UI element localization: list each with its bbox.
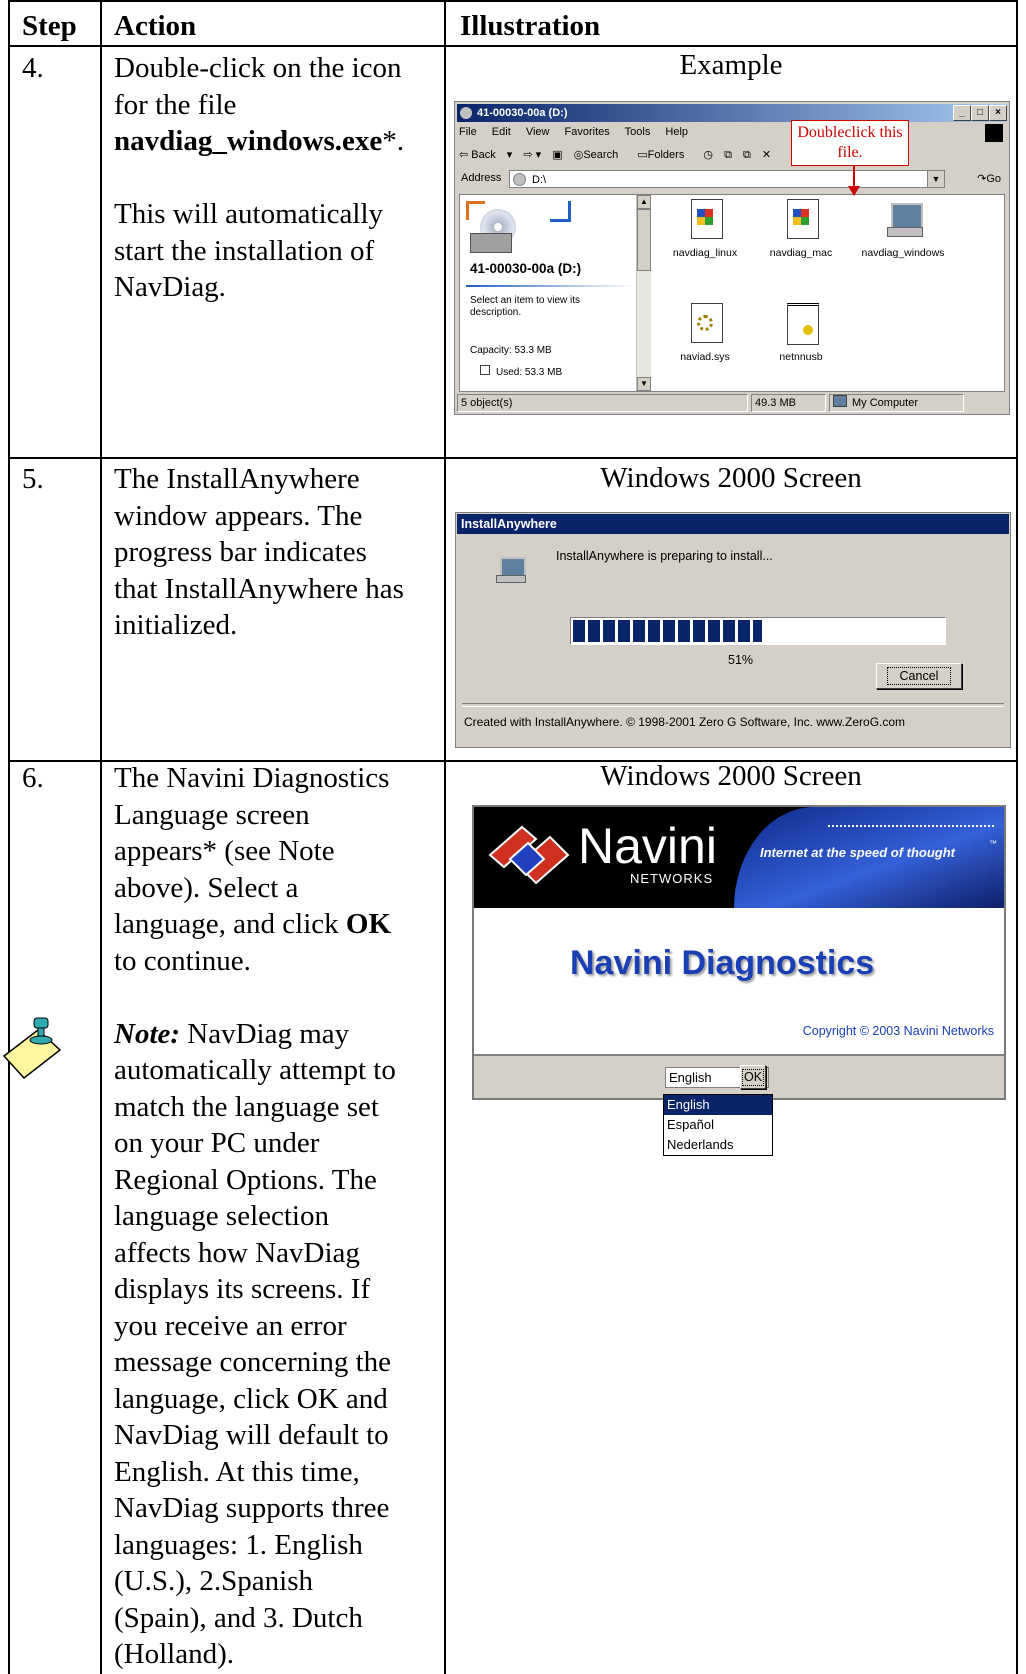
action-text: Double-click on the icon for the file na…: [114, 52, 405, 303]
menu-view[interactable]: View: [526, 126, 550, 138]
capacity-text: Capacity: 53.3 MB: [470, 345, 552, 356]
progress-fill: [573, 620, 762, 642]
navini-logo-subtext: NETWORKS: [630, 871, 714, 886]
tagline-trademark: ™: [989, 839, 997, 848]
select-hint: Select an item to view its description.: [470, 295, 581, 318]
corner-bracket-icon: [550, 201, 571, 222]
navini-product-title: Navini Diagnostics: [570, 944, 875, 982]
navini-header: Navini NETWORKS Internet at the speed of…: [474, 807, 1004, 908]
address-label: Address: [461, 172, 502, 184]
move-to-icon[interactable]: ⧉: [724, 149, 732, 161]
drive-icon: [460, 107, 472, 119]
note-paragraph: Note: NavDiag may: [114, 1017, 350, 1050]
installanywhere-footer: Created with InstallAnywhere. © 1998-200…: [464, 715, 906, 729]
navini-controls: English ▼ OK: [474, 1054, 1004, 1098]
setup-icon: [793, 209, 809, 225]
navini-tagline: Internet at the speed of thought: [760, 845, 955, 860]
delete-icon[interactable]: ✕: [762, 149, 771, 161]
file-netnnusb[interactable]: netnnusb: [746, 301, 856, 363]
vertical-scrollbar[interactable]: ▲ ▼: [636, 195, 651, 391]
callout-arrow: [853, 166, 855, 188]
progress-percent: 51%: [728, 653, 754, 667]
status-location: My Computer: [829, 394, 964, 412]
step-number: 4.: [22, 52, 44, 84]
toolbar: ⇦ Back ▾ ⇨ ▾ ▣ ◎Search ▭Folders ◷ ⧉ ⧉ ✕: [459, 148, 779, 162]
step-number: 5.: [22, 463, 44, 495]
header-step: Step: [22, 10, 77, 42]
cancel-button[interactable]: Cancel: [876, 663, 962, 689]
navini-logo-text: Navini: [578, 818, 717, 874]
address-dropdown-button[interactable]: ▼: [927, 171, 944, 187]
explorer-titlebar: 41-00030-00a (D:) _ □ ×: [457, 104, 1007, 122]
step-number: 6.: [22, 762, 44, 794]
used-text: Used: 53.3 MB: [480, 365, 562, 375]
setup-icon: [697, 209, 713, 225]
dotted-line: [828, 825, 994, 827]
action-text: The Navini Diagnostics Language screen a…: [114, 760, 440, 1673]
file-navdiag-mac[interactable]: navdiag_mac: [746, 197, 856, 259]
file-navdiag-linux[interactable]: navdiag_linux: [650, 197, 760, 259]
address-bar: Address D:\ ▼ ↷Go: [459, 170, 1005, 190]
menu-tools[interactable]: Tools: [625, 126, 651, 138]
folders-button[interactable]: ▭Folders: [637, 149, 692, 161]
installer-computer-icon: [494, 553, 528, 583]
callout-arrowhead: [848, 186, 860, 196]
installanywhere-titlebar: InstallAnywhere: [457, 514, 1009, 534]
menu-file[interactable]: File: [459, 126, 477, 138]
filename: navdiag_windows.exe: [114, 125, 383, 157]
up-folder-icon[interactable]: ▣: [552, 149, 562, 161]
status-size: 49.3 MB: [751, 394, 826, 412]
history-icon[interactable]: ◷: [703, 149, 713, 161]
maximize-button[interactable]: □: [971, 105, 989, 121]
copy-to-icon[interactable]: ⧉: [743, 149, 751, 161]
navini-logo-icon: [488, 825, 570, 885]
address-field[interactable]: D:\ ▼: [509, 170, 945, 188]
gears-icon: [697, 315, 713, 331]
status-objects: 5 object(s): [457, 394, 748, 412]
header-illustration: Illustration: [460, 10, 601, 42]
menu-edit[interactable]: Edit: [492, 126, 511, 138]
header-action: Action: [114, 10, 197, 42]
illustration-caption: Windows 2000 Screen: [600, 462, 862, 494]
back-button[interactable]: ⇦ Back ▾: [459, 149, 512, 161]
file-naviad-sys[interactable]: naviad.sys: [650, 301, 760, 363]
windows-logo-icon: [985, 124, 1003, 142]
search-button[interactable]: ◎Search: [574, 149, 626, 161]
navini-body: Navini Diagnostics Copyright © 2003 Navi…: [474, 908, 1004, 1054]
cd-drive-icon: [513, 173, 526, 186]
callout-box: Doubleclick this file.: [791, 120, 909, 166]
note-pin-icon: [0, 1016, 62, 1080]
cd-icon: [466, 201, 526, 257]
drive-label: 41-00030-00a (D:): [470, 261, 582, 276]
language-dropdown-list: English Español Nederlands: [663, 1094, 773, 1156]
status-bar: 5 object(s) 49.3 MB My Computer: [457, 394, 1007, 412]
illustration-caption: Example: [679, 49, 783, 81]
explorer-window: 41-00030-00a (D:) _ □ × File Edit View F…: [454, 101, 1010, 415]
computer-installer-icon: [883, 197, 923, 241]
illustration-caption: Windows 2000 Screen: [600, 760, 862, 792]
navini-language-window: Navini NETWORKS Internet at the speed of…: [472, 805, 1006, 1100]
computer-icon: [833, 395, 847, 407]
close-button[interactable]: ×: [989, 105, 1007, 121]
ok-button[interactable]: OK: [740, 1065, 766, 1089]
language-option-espanol[interactable]: Español: [664, 1115, 772, 1135]
menu-bar: File Edit View Favorites Tools Help: [459, 126, 700, 138]
installanywhere-window: InstallAnywhere InstallAnywhere is prepa…: [455, 512, 1011, 748]
language-option-nederlands[interactable]: Nederlands: [664, 1135, 772, 1155]
forward-button[interactable]: ⇨ ▾: [523, 149, 541, 161]
navini-copyright: Copyright © 2003 Navini Networks: [802, 1024, 994, 1038]
window-title: 41-00030-00a (D:): [477, 107, 568, 119]
minimize-button[interactable]: _: [953, 105, 971, 121]
language-option-english[interactable]: English: [664, 1095, 772, 1115]
action-text: The InstallAnywhere window appears. The …: [114, 463, 404, 641]
install-progress-bar: [570, 617, 946, 645]
folder-content: 41-00030-00a (D:) Select an item to view…: [459, 194, 1005, 392]
file-navdiag-windows[interactable]: navdiag_windows: [848, 197, 958, 259]
menu-help[interactable]: Help: [665, 126, 688, 138]
go-button[interactable]: ↷Go: [977, 172, 1001, 185]
install-message: InstallAnywhere is preparing to install.…: [556, 549, 773, 563]
settings-file-icon: [803, 325, 813, 335]
menu-favorites[interactable]: Favorites: [565, 126, 610, 138]
